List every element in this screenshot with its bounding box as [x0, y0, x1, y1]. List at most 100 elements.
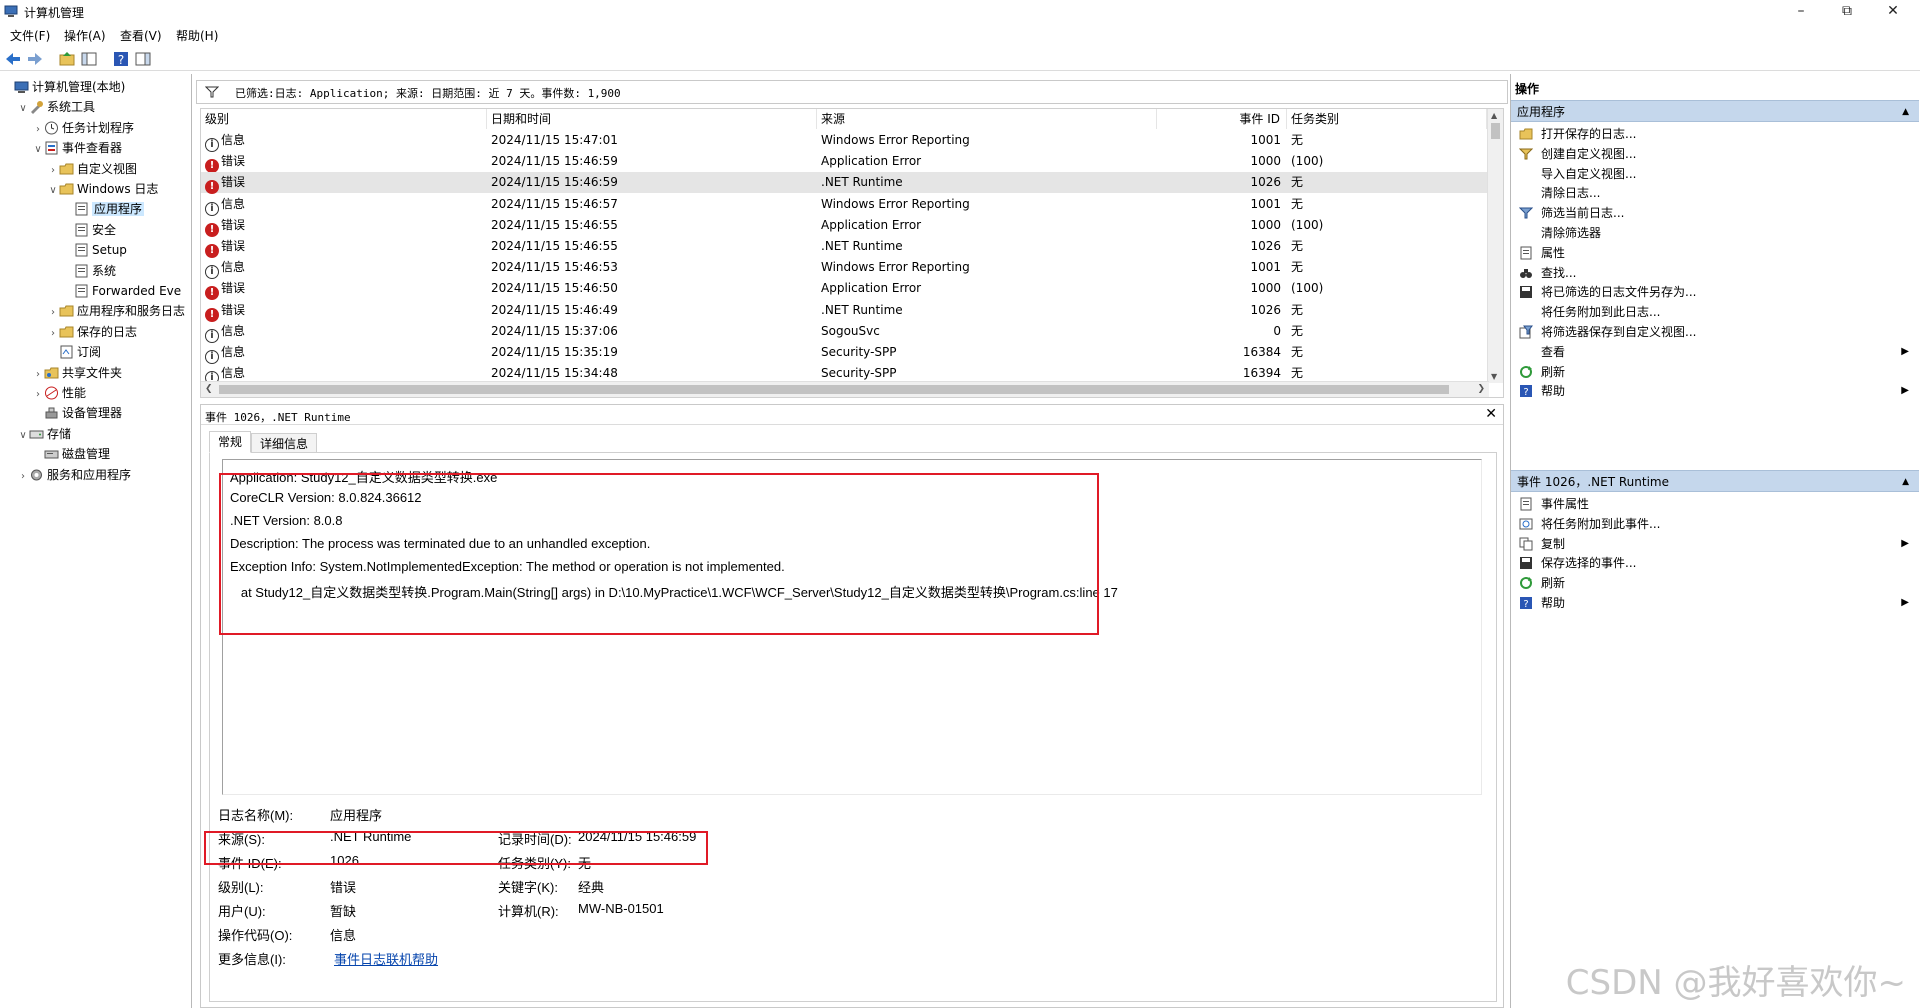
table-row[interactable]: i 信息 2024/11/15 15:47:01 Windows Error Repo… — [201, 130, 1489, 152]
action-item[interactable]: ? 帮助 ▶ — [1511, 381, 1919, 401]
tree-item-label: 应用程序 — [92, 202, 145, 217]
table-row[interactable]: i 信息 2024/11/15 15:37:06 SogouSvc 0 无 — [201, 321, 1489, 343]
cell-level: 信息 — [221, 196, 246, 211]
tree-item[interactable]: ∨ 存储 — [17, 425, 71, 444]
table-row[interactable]: ! 错误 2024/11/15 15:46:50 Application Error 1… — [201, 278, 1489, 301]
close-detail-icon[interactable]: ✕ — [1485, 406, 1497, 422]
action-item[interactable]: 查找... — [1511, 263, 1919, 283]
tree-item[interactable]: › 保存的日志 — [47, 323, 137, 342]
expand-chevron-icon[interactable]: ∨ — [32, 140, 44, 159]
tree-item[interactable]: › 应用程序和服务日志 — [47, 302, 185, 321]
collapse-chevron-icon[interactable]: › — [32, 385, 44, 404]
action-item[interactable]: 属性 — [1511, 243, 1919, 263]
forward-icon[interactable] — [26, 50, 44, 68]
table-row[interactable]: ! 错误 2024/11/15 15:46:59 Application Error 1… — [201, 151, 1489, 174]
actions-section-event[interactable]: 事件 1026，.NET Runtime ▲ — [1511, 470, 1919, 492]
column-task-category[interactable]: 任务类别 — [1287, 109, 1487, 129]
tree-item-label: 系统工具 — [47, 100, 96, 115]
tree-item[interactable]: Forwarded Eve — [62, 282, 181, 301]
highlight-description-box — [219, 473, 1099, 635]
action-item[interactable]: 创建自定义视图... — [1511, 144, 1919, 164]
expand-chevron-icon[interactable]: ∨ — [47, 181, 59, 200]
tree-item[interactable]: ∨ Windows 日志 — [47, 180, 158, 199]
table-row[interactable]: ! 错误 2024/11/15 15:46:59 .NET Runtime 1026 无 — [201, 172, 1489, 195]
online-help-link[interactable]: 事件日志联机帮助 — [334, 949, 438, 968]
collapse-chevron-icon[interactable]: › — [47, 303, 59, 322]
expand-chevron-icon[interactable]: ∨ — [17, 426, 29, 445]
create-filter-icon — [1519, 148, 1533, 160]
cell-source: Application Error — [821, 281, 922, 296]
collapse-chevron-icon[interactable]: › — [47, 324, 59, 343]
vertical-scrollbar[interactable]: ▲ ▼ — [1487, 109, 1503, 383]
action-item[interactable]: 筛选当前日志... — [1511, 203, 1919, 223]
action-item[interactable]: 导入自定义视图... — [1511, 164, 1919, 184]
menu-action[interactable]: 操作(A) — [64, 27, 106, 44]
action-item[interactable]: 刷新 — [1511, 362, 1919, 382]
expand-chevron-icon[interactable]: ∨ — [17, 99, 29, 118]
menu-help[interactable]: 帮助(H) — [176, 27, 218, 44]
menu-file[interactable]: 文件(F) — [10, 27, 50, 44]
actions-section-app[interactable]: 应用程序 ▲ — [1511, 100, 1919, 122]
action-item[interactable]: 将任务附加到此事件... — [1511, 514, 1919, 534]
tree-item[interactable]: 订阅 — [47, 343, 101, 362]
tree-item[interactable]: › 服务和应用程序 — [17, 466, 131, 485]
collapse-chevron-icon[interactable]: › — [17, 467, 29, 486]
tree-item[interactable]: Setup — [62, 241, 127, 260]
tree-item[interactable]: › 共享文件夹 — [32, 364, 122, 383]
action-item[interactable]: 事件属性 — [1511, 494, 1919, 514]
tree-item[interactable]: ∨ 系统工具 — [17, 98, 95, 117]
action-item[interactable]: 复制 ▶ — [1511, 534, 1919, 554]
highlight-source-box — [204, 831, 708, 865]
tree-item[interactable]: 应用程序 — [62, 200, 145, 219]
show-hide-action-pane-icon[interactable] — [134, 50, 152, 68]
tree-item[interactable]: 系统 — [62, 262, 116, 281]
minimize-button[interactable]: – — [1778, 0, 1824, 24]
tree-item[interactable]: › 任务计划程序 — [32, 119, 134, 138]
restore-button[interactable]: ⧉ — [1824, 0, 1870, 24]
table-row[interactable]: i 信息 2024/11/15 15:35:19 Security-SPP 16384 无 — [201, 342, 1489, 364]
table-row[interactable]: ! 错误 2024/11/15 15:46:55 .NET Runtime 1026 无 — [201, 236, 1489, 258]
tree-item[interactable]: ∨ 事件查看器 — [32, 139, 122, 158]
collapse-chevron-icon[interactable]: › — [47, 161, 59, 180]
action-item[interactable]: 保存选择的事件... — [1511, 553, 1919, 573]
action-item[interactable]: ? 帮助 ▶ — [1511, 593, 1919, 613]
tree-item[interactable]: 设备管理器 — [32, 404, 122, 423]
action-item[interactable]: 将任务附加到此日志... — [1511, 302, 1919, 322]
tree-item[interactable]: › 自定义视图 — [47, 160, 137, 179]
action-item[interactable]: 查看 ▶ — [1511, 342, 1919, 362]
tree-item[interactable]: › 性能 — [32, 384, 86, 403]
table-row[interactable]: i 信息 2024/11/15 15:46:57 Windows Error Repo… — [201, 194, 1489, 216]
up-folder-icon[interactable] — [58, 50, 76, 68]
table-row[interactable]: ! 错误 2024/11/15 15:46:55 Application Error 1… — [201, 215, 1489, 237]
column-source[interactable]: 来源 — [817, 109, 1157, 129]
tree-item[interactable]: 磁盘管理 — [32, 445, 110, 464]
column-event-id[interactable]: 事件 ID — [1157, 109, 1287, 129]
action-item[interactable]: 清除日志... — [1511, 183, 1919, 203]
action-item[interactable]: 刷新 — [1511, 573, 1919, 593]
column-level[interactable]: 级别 — [201, 109, 487, 129]
tab-general[interactable]: 常规 — [209, 431, 252, 453]
action-item[interactable]: 清除筛选器 — [1511, 223, 1919, 243]
collapse-chevron-icon[interactable]: › — [32, 120, 44, 139]
close-button[interactable]: ✕ — [1870, 0, 1916, 24]
action-item[interactable]: 将已筛选的日志文件另存为... — [1511, 282, 1919, 302]
action-item[interactable]: 将筛选器保存到自定义视图... — [1511, 322, 1919, 342]
menu-view[interactable]: 查看(V) — [120, 27, 162, 44]
tree-item[interactable]: 计算机管理(本地) — [2, 78, 125, 97]
action-item[interactable]: 打开保存的日志... — [1511, 124, 1919, 144]
horizontal-scrollbar[interactable]: ❮ ❯ — [201, 381, 1489, 397]
back-icon[interactable] — [4, 50, 22, 68]
help-icon[interactable]: ? — [112, 50, 130, 68]
table-row[interactable]: i 信息 2024/11/15 15:46:53 Windows Error Repo… — [201, 257, 1489, 280]
show-hide-tree-icon[interactable] — [80, 50, 98, 68]
cell-event-id: 0 — [1273, 323, 1281, 338]
column-datetime[interactable]: 日期和时间 — [487, 109, 817, 129]
table-row[interactable]: ! 错误 2024/11/15 15:46:49 .NET Runtime 1026 无 — [201, 300, 1489, 322]
tree-item[interactable]: 安全 — [62, 221, 116, 240]
submenu-arrow-icon: ▶ — [1901, 597, 1909, 608]
tab-details[interactable]: 详细信息 — [251, 433, 318, 453]
collapse-chevron-icon[interactable]: › — [32, 365, 44, 384]
cell-task: 无 — [1291, 133, 1304, 147]
submenu-arrow-icon: ▶ — [1901, 537, 1909, 549]
tree-item-label: 自定义视图 — [77, 161, 138, 176]
